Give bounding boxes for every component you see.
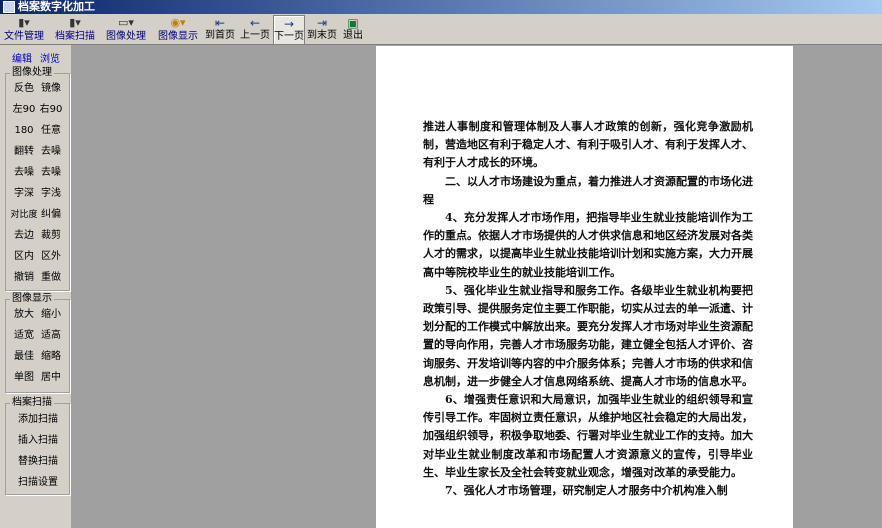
next-page-button[interactable]: → 下一页 [273,15,305,45]
scan-icon: ▮▾ [69,16,81,29]
previous-page-button[interactable]: ← 上一页 [239,15,271,43]
scan-settings-button[interactable]: 扫描设置 [10,474,66,492]
image-processing-menu[interactable]: ▭▾ 图像处理 [104,15,148,43]
sidebar: 编辑 浏览 图像处理 反色 镜像 左90 右90 180 任意 翻转 去噪 去噪… [0,45,71,528]
rotate-180-button[interactable]: 180 [11,122,37,140]
inside-region-button[interactable]: 区内 [11,248,37,266]
file-icon: ▮▾ [18,16,30,29]
fit-height-button[interactable]: 适高 [38,327,64,345]
menu-label: 档案扫描 [55,31,95,42]
nav-label: 下一页 [274,31,304,42]
replace-scan-button[interactable]: 替换扫描 [10,453,66,471]
image-icon: ▭▾ [118,16,134,29]
single-image-button[interactable]: 单图 [11,369,37,387]
redo-button[interactable]: 重做 [38,269,64,287]
exit-button[interactable]: ▣ 退出 [341,15,365,43]
tab-edit[interactable]: 编辑 [12,50,32,65]
rotate-arbitrary-button[interactable]: 任意 [38,122,64,140]
toolbar: ▮▾ 文件管理 ▮▾ 档案扫描 ▭▾ 图像处理 ◉▾ 图像显示 ⇤ 到首页 ← … [0,14,882,45]
flip-button[interactable]: 翻转 [11,143,37,161]
document-text: 推进人事制度和管理体制及人事人才政策的创新，强化竞争激励机制，营造地区有利于稳定… [423,118,753,500]
first-page-icon: ⇤ [214,16,226,30]
nav-label: 到首页 [205,30,235,41]
tab-browse[interactable]: 浏览 [40,50,60,65]
outside-region-button[interactable]: 区外 [38,248,64,266]
center-button[interactable]: 居中 [38,369,64,387]
best-fit-button[interactable]: 最佳 [11,348,37,366]
menu-label: 文件管理 [4,31,44,42]
paragraph: 4、充分发挥人才市场作用，把指导毕业生就业技能培训作为工作的重点。依据人才市场提… [423,211,753,279]
deskew-button[interactable]: 纠偏 [38,206,64,224]
section-heading: 二、以人才市场建设为重点，着力推进人才资源配置的市场化进程 [423,174,753,206]
archive-scan-menu[interactable]: ▮▾ 档案扫描 [53,15,97,43]
image-display-menu[interactable]: ◉▾ 图像显示 [155,15,201,43]
denoise-button-1[interactable]: 去噪 [38,143,64,161]
denoise-button-3[interactable]: 去噪 [38,164,64,182]
first-page-button[interactable]: ⇤ 到首页 [204,15,236,43]
menu-label: 图像处理 [106,31,146,42]
rotate-left-90-button[interactable]: 左90 [11,101,37,119]
group-title: 图像显示 [10,293,54,305]
thumbnail-button[interactable]: 缩略 [38,348,64,366]
remove-border-button[interactable]: 去边 [11,227,37,245]
window-title: 档案数字化加工 [18,0,95,13]
contrast-button[interactable]: 对比度 [9,206,39,224]
paragraph: 推进人事制度和管理体制及人事人才政策的创新，强化竞争激励机制，营造地区有利于稳定… [423,120,753,170]
zoom-out-button[interactable]: 缩小 [38,306,64,324]
rotate-right-90-button[interactable]: 右90 [38,101,64,119]
nav-label: 退出 [343,30,363,41]
nav-label: 上一页 [240,30,270,41]
image-viewer[interactable]: 推进人事制度和管理体制及人事人才政策的创新，强化竞争激励机制，营造地区有利于稳定… [71,45,882,528]
fit-width-button[interactable]: 适宽 [11,327,37,345]
paragraph: 5、强化毕业生就业指导和服务工作。各级毕业生就业机构要把政策引导、提供服务定位主… [423,283,753,388]
zoom-in-button[interactable]: 放大 [11,306,37,324]
group-title: 图像处理 [10,67,54,79]
crop-button[interactable]: 裁剪 [38,227,64,245]
window-titlebar: 档案数字化加工 [0,0,882,14]
undo-button[interactable]: 撤销 [11,269,37,287]
add-scan-button[interactable]: 添加扫描 [10,411,66,429]
darken-text-button[interactable]: 字深 [11,185,37,203]
group-title: 档案扫描 [10,397,54,409]
lighten-text-button[interactable]: 字浅 [38,185,64,203]
file-management-menu[interactable]: ▮▾ 文件管理 [2,15,46,43]
image-display-group: 图像显示 放大 缩小 适宽 适高 最佳 缩略 单图 居中 [5,293,70,393]
app-icon [3,1,15,13]
exit-icon: ▣ [347,16,359,30]
image-processing-group: 图像处理 反色 镜像 左90 右90 180 任意 翻转 去噪 去噪 去噪 字深… [5,67,70,291]
menu-label: 图像显示 [158,31,198,42]
paragraph: 7、强化人才市场管理，研究制定人才服务中介机构准入制 [445,484,728,498]
archive-scan-group: 档案扫描 添加扫描 插入扫描 替换扫描 扫描设置 [5,397,70,495]
last-page-icon: ⇥ [316,16,328,30]
invert-button[interactable]: 反色 [11,80,37,98]
sidebar-tabs: 编辑 浏览 [0,50,71,65]
document-page: 推进人事制度和管理体制及人事人才政策的创新，强化竞争激励机制，营造地区有利于稳定… [376,46,793,528]
mirror-button[interactable]: 镜像 [38,80,64,98]
nav-label: 到末页 [307,30,337,41]
denoise-button-2[interactable]: 去噪 [11,164,37,182]
insert-scan-button[interactable]: 插入扫描 [10,432,66,450]
arrow-left-icon: ← [249,16,261,30]
last-page-button[interactable]: ⇥ 到末页 [306,15,338,43]
paragraph: 6、增强责任意识和大局意识，加强毕业生就业的组织领导和宣传引导工作。牢固树立责任… [423,393,753,479]
arrow-right-icon: → [283,17,295,31]
magnifier-icon: ◉▾ [170,16,186,29]
